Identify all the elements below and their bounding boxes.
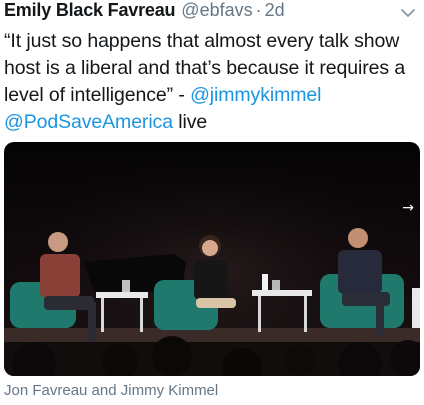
mention-jimmykimmel[interactable]: @jimmykimmel [190, 84, 321, 106]
tweet-text-end: live [172, 111, 208, 133]
stage-photo-illustration [4, 142, 420, 376]
tweet-header: Emily Black Favreau @ebfavs · 2d [4, 0, 285, 24]
tweet-text: “It just so happens that almost every ta… [4, 28, 414, 136]
header-separator: · [255, 0, 262, 20]
photo-caption: Jon Favreau and Jimmy Kimmel [4, 382, 219, 399]
tweet-photo[interactable]: → [4, 142, 420, 376]
arrow-right-icon: → [402, 200, 414, 216]
author-name[interactable]: Emily Black Favreau [4, 0, 175, 21]
tweet-timestamp[interactable]: 2d [265, 0, 285, 21]
chevron-down-icon[interactable] [400, 5, 416, 21]
mention-podsaveamerica[interactable]: @PodSaveAmerica [4, 111, 173, 133]
author-handle[interactable]: @ebfavs [181, 0, 252, 21]
